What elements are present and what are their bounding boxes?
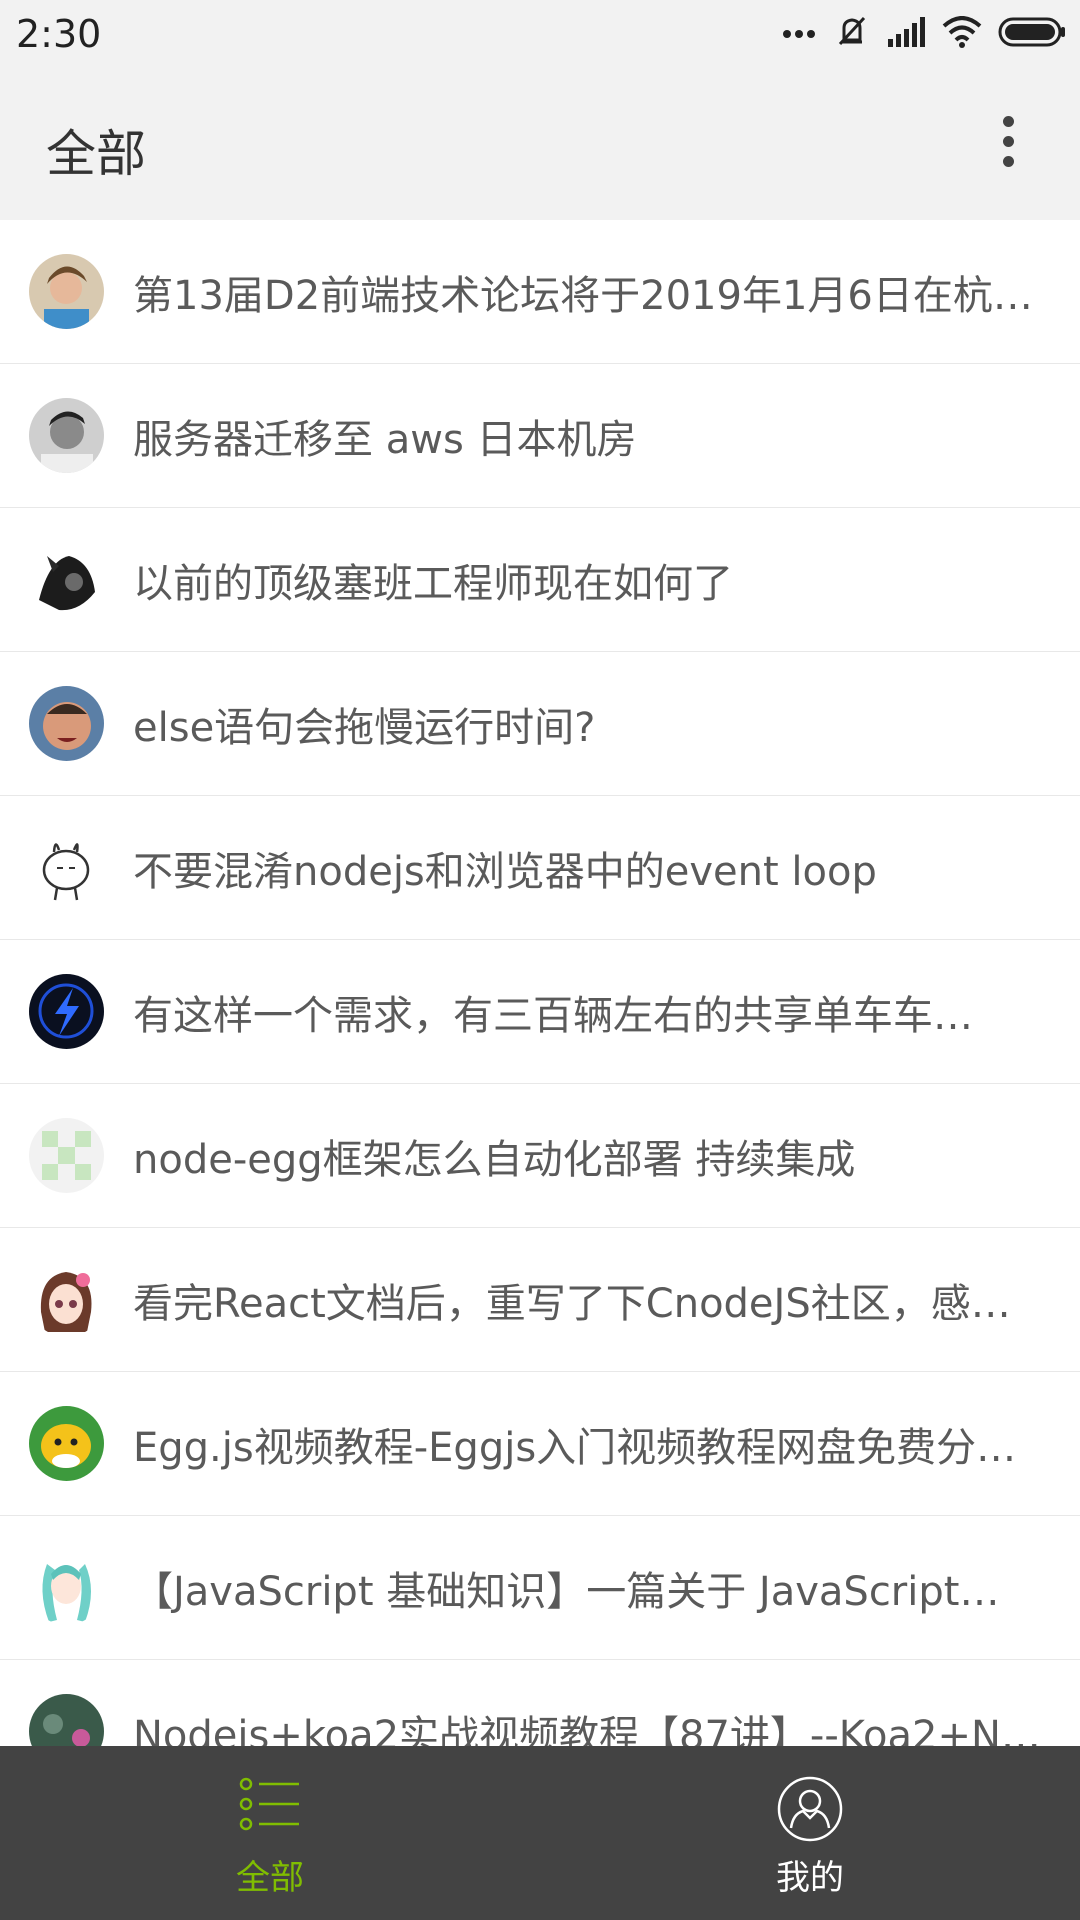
- list-item[interactable]: 以前的顶级塞班工程师现在如何了: [0, 508, 1080, 652]
- list-item[interactable]: 不要混淆nodejs和浏览器中的event loop: [0, 796, 1080, 940]
- status-icons: [782, 14, 1066, 50]
- avatar[interactable]: [29, 830, 104, 905]
- topic-title: node-egg框架怎么自动化部署 持续集成: [133, 1136, 856, 1183]
- topic-title: 服务器迁移至 aws 日本机房: [133, 416, 637, 463]
- tab-all[interactable]: 全部: [0, 1746, 540, 1920]
- topic-title: 以前的顶级塞班工程师现在如何了: [133, 560, 733, 607]
- avatar[interactable]: [29, 1550, 104, 1625]
- battery-icon: [998, 16, 1066, 48]
- vibrate-off-icon: [834, 14, 870, 50]
- topic-title: 看完React文档后，重写了下CnodeJS社区，感…: [133, 1280, 1011, 1327]
- topic-title: Nodejs+koa2实战视频教程【87讲】--Koa2+No…: [133, 1712, 1052, 1747]
- signal-icon: [886, 17, 926, 47]
- avatar[interactable]: [29, 974, 104, 1049]
- avatar[interactable]: [29, 1406, 104, 1481]
- topic-title: 不要混淆nodejs和浏览器中的event loop: [133, 848, 877, 895]
- avatar[interactable]: [29, 1694, 104, 1746]
- topic-title: 【JavaScript 基础知识】一篇关于 JavaScript…: [133, 1568, 1000, 1615]
- app-bar: 全部: [0, 68, 1080, 220]
- page-title: 全部: [46, 125, 146, 183]
- list-icon: [239, 1776, 301, 1836]
- topic-title: 有这样一个需求，有三百辆左右的共享单车车…: [133, 992, 973, 1039]
- list-item[interactable]: Egg.js视频教程-Eggjs入门视频教程网盘免费分…: [0, 1372, 1080, 1516]
- bottom-tab-bar: 全部 我的: [0, 1746, 1080, 1920]
- wifi-icon: [942, 16, 982, 48]
- list-item[interactable]: 【JavaScript 基础知识】一篇关于 JavaScript…: [0, 1516, 1080, 1660]
- topic-title: Egg.js视频教程-Eggjs入门视频教程网盘免费分…: [133, 1424, 1017, 1471]
- status-time: 2:30: [16, 12, 102, 56]
- list-item[interactable]: 有这样一个需求，有三百辆左右的共享单车车…: [0, 940, 1080, 1084]
- tab-all-label: 全部: [236, 1858, 304, 1898]
- status-bar: 2:30: [0, 0, 1080, 68]
- avatar[interactable]: [29, 398, 104, 473]
- topic-title: else语句会拖慢运行时间?: [133, 704, 596, 751]
- user-icon: [777, 1776, 843, 1846]
- overflow-menu-icon[interactable]: [996, 116, 1020, 176]
- avatar[interactable]: [29, 542, 104, 617]
- list-item[interactable]: 第13届D2前端技术论坛将于2019年1月6日在杭…: [0, 220, 1080, 364]
- list-item[interactable]: else语句会拖慢运行时间?: [0, 652, 1080, 796]
- avatar[interactable]: [29, 1262, 104, 1337]
- more-dots-icon: [782, 26, 818, 38]
- list-item[interactable]: 服务器迁移至 aws 日本机房: [0, 364, 1080, 508]
- list-item[interactable]: node-egg框架怎么自动化部署 持续集成: [0, 1084, 1080, 1228]
- topic-list[interactable]: 第13届D2前端技术论坛将于2019年1月6日在杭… 服务器迁移至 aws 日本…: [0, 220, 1080, 1746]
- topic-title: 第13届D2前端技术论坛将于2019年1月6日在杭…: [133, 272, 1033, 319]
- avatar[interactable]: [29, 254, 104, 329]
- avatar[interactable]: [29, 686, 104, 761]
- tab-me[interactable]: 我的: [540, 1746, 1080, 1920]
- tab-me-label: 我的: [776, 1858, 844, 1898]
- avatar[interactable]: [29, 1118, 104, 1193]
- list-item[interactable]: 看完React文档后，重写了下CnodeJS社区，感…: [0, 1228, 1080, 1372]
- list-item[interactable]: Nodejs+koa2实战视频教程【87讲】--Koa2+No…: [0, 1660, 1080, 1746]
